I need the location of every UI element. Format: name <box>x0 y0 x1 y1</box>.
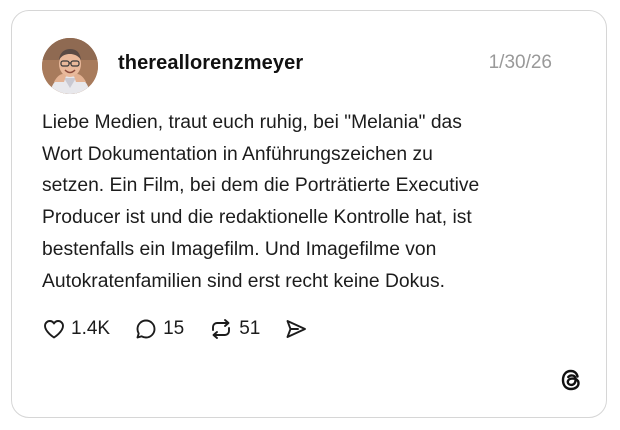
post-text: Liebe Medien, traut euch ruhig, bei "Mel… <box>42 112 480 292</box>
action-bar: 1.4K 15 51 <box>42 315 332 343</box>
reply-count: 15 <box>163 318 185 339</box>
post-date: 1/30/26 <box>488 52 552 73</box>
threads-logo-icon[interactable] <box>558 367 584 393</box>
avatar[interactable] <box>42 38 98 94</box>
heart-icon <box>44 320 64 339</box>
like-count: 1.4K <box>71 318 111 339</box>
speech-bubble-icon <box>136 319 156 339</box>
reply-button[interactable]: 15 <box>134 317 184 341</box>
repost-button[interactable]: 51 <box>208 317 260 341</box>
share-button[interactable] <box>284 317 308 341</box>
username[interactable]: thereallorenzmeyer <box>118 52 303 75</box>
repost-count: 51 <box>239 318 261 339</box>
send-icon <box>286 320 307 338</box>
post-card: thereallorenzmeyer 1/30/26 Liebe Medien,… <box>11 10 607 418</box>
like-button[interactable]: 1.4K <box>42 317 110 341</box>
avatar-image <box>42 38 98 94</box>
repost-arrows-icon <box>212 319 231 339</box>
